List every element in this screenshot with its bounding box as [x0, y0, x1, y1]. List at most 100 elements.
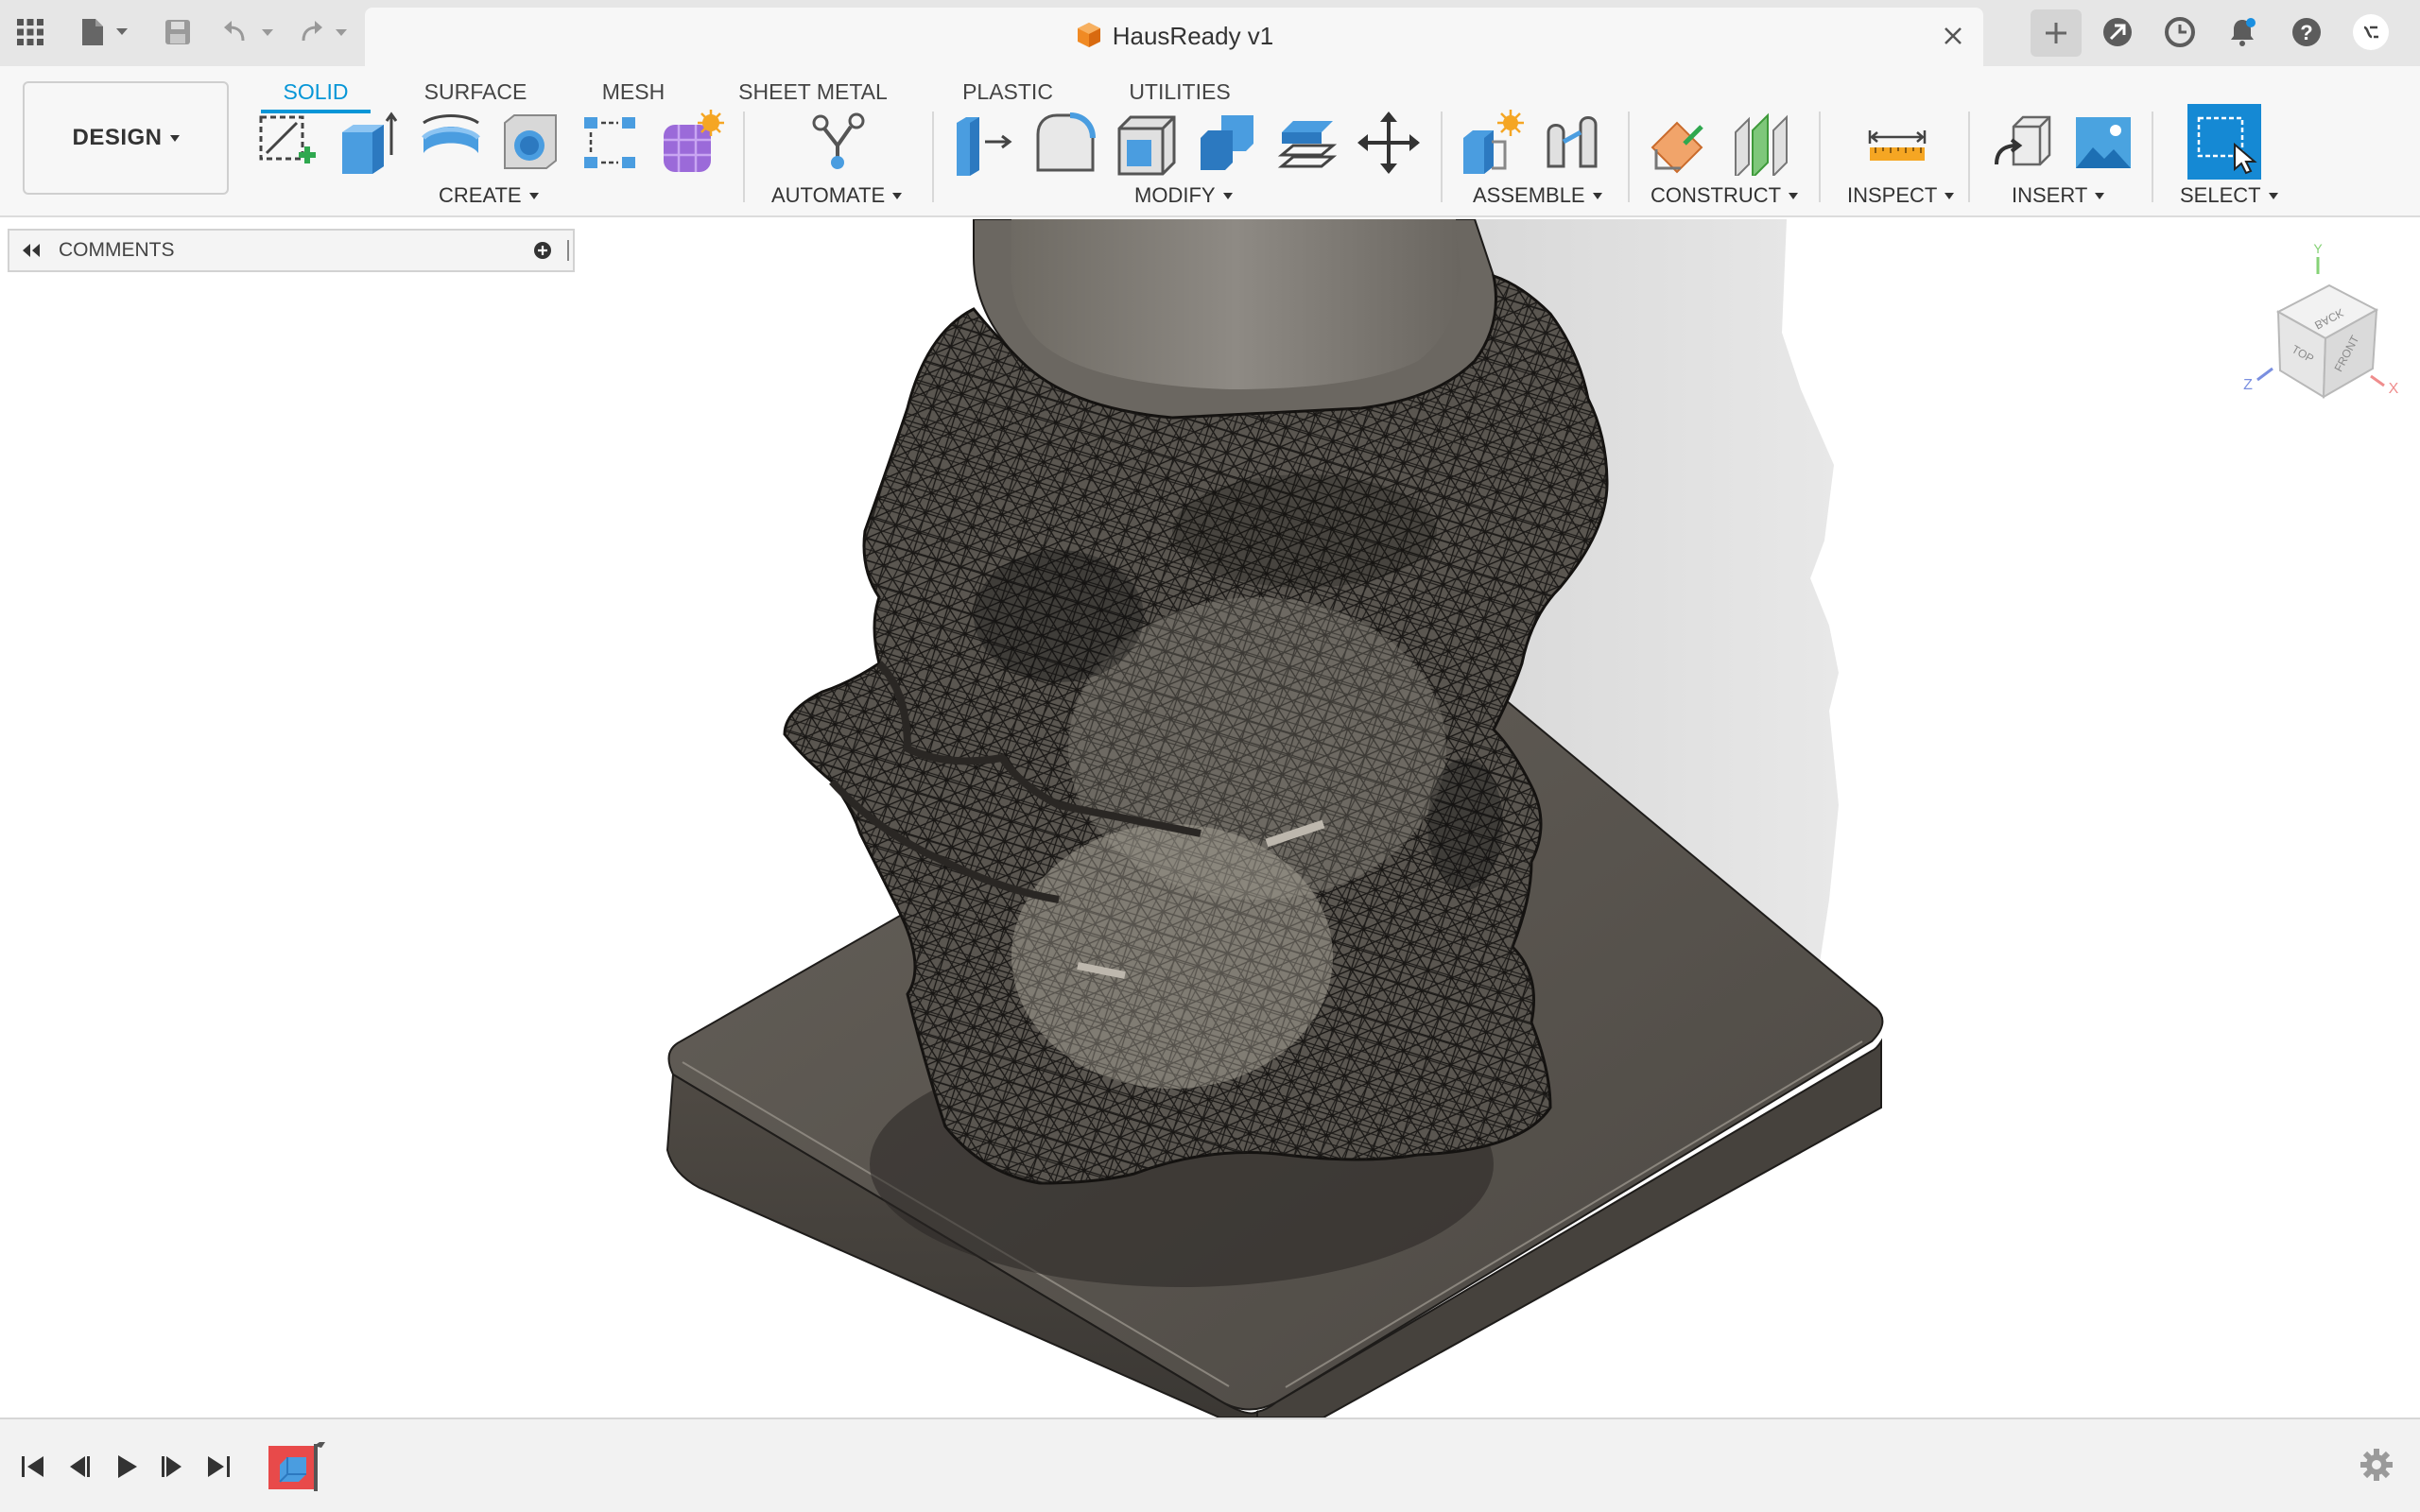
joint-icon	[1547, 116, 1598, 168]
insert-derive-button[interactable]	[1989, 108, 2059, 178]
offset-face-icon	[1277, 121, 1338, 168]
automate-menu[interactable]: AUTOMATE	[771, 183, 903, 208]
revolve-button[interactable]	[416, 108, 486, 178]
plus-icon[interactable]	[2031, 9, 2082, 57]
create-menu[interactable]: CREATE	[439, 183, 539, 208]
panel-resize-grip[interactable]	[567, 240, 569, 261]
shell-button[interactable]	[1112, 108, 1182, 178]
press-pull-icon	[957, 117, 1012, 176]
notifications-icon[interactable]	[2220, 9, 2265, 55]
timeline-bar	[0, 1418, 2420, 1512]
fusion-app-window: HausReady v1 ? DESIGN SOLID SURFACE MESH…	[0, 0, 2420, 1512]
undo-icon[interactable]	[219, 9, 282, 55]
document-title: HausReady v1	[365, 21, 1983, 56]
go-to-start-icon[interactable]	[13, 1448, 51, 1486]
document-tab[interactable]: HausReady v1	[365, 8, 1983, 66]
3d-canvas-viewport[interactable]: COMMENTS Y Z X BACK TOP FRONT	[0, 219, 2420, 1418]
measure-button[interactable]	[1862, 108, 1932, 178]
save-icon[interactable]	[155, 9, 200, 55]
hole-button[interactable]	[495, 108, 565, 178]
window-select-icon	[2197, 116, 2257, 175]
divider	[932, 112, 934, 202]
play-icon[interactable]	[108, 1448, 146, 1486]
hole-icon	[504, 114, 557, 169]
chevron-down-icon	[528, 192, 539, 199]
fillet-icon	[1036, 112, 1096, 172]
comments-panel[interactable]: COMMENTS	[8, 229, 575, 272]
new-component-button[interactable]	[1456, 108, 1526, 178]
rectangular-pattern-icon	[584, 117, 635, 168]
file-menu-button[interactable]	[74, 9, 136, 55]
construct-menu[interactable]: CONSTRUCT	[1651, 183, 1799, 208]
insert-derive-icon	[1995, 115, 2051, 166]
add-comment-icon[interactable]	[533, 241, 552, 266]
extrude-icon	[342, 112, 398, 174]
divider	[743, 112, 745, 202]
form-icon	[664, 110, 724, 172]
workspace-label: DESIGN	[72, 125, 163, 150]
file-icon	[82, 19, 128, 45]
inspect-menu[interactable]: INSPECT	[1847, 183, 1955, 208]
fillet-button[interactable]	[1030, 108, 1100, 178]
pattern-button[interactable]	[575, 108, 645, 178]
shell-icon	[1117, 115, 1176, 176]
redo-icon[interactable]	[293, 9, 355, 55]
extensions-icon[interactable]	[2095, 9, 2140, 55]
view-cube[interactable]: Y Z X BACK TOP FRONT	[2221, 236, 2401, 416]
select-button[interactable]	[2187, 104, 2261, 180]
modify-menu[interactable]: MODIFY	[1134, 183, 1233, 208]
divider	[1441, 112, 1443, 202]
select-menu[interactable]: SELECT	[2180, 183, 2278, 208]
canvas-button[interactable]	[2068, 108, 2138, 178]
press-pull-button[interactable]	[949, 108, 1019, 178]
chevron-down-icon	[1789, 192, 1799, 199]
sketch-icon	[259, 115, 316, 163]
axis-z-label: Z	[2243, 377, 2253, 393]
create-form-button[interactable]	[656, 108, 726, 178]
step-back-icon[interactable]	[60, 1448, 98, 1486]
go-to-end-icon[interactable]	[200, 1448, 238, 1486]
profile-icon[interactable]	[2348, 9, 2394, 55]
ribbon-toolbar: DESIGN SOLID SURFACE MESH SHEET METAL PL…	[0, 66, 2420, 217]
canvas-image-icon	[2076, 117, 2131, 168]
midplane-button[interactable]	[1726, 108, 1796, 178]
axis-x-label: X	[2389, 381, 2399, 397]
timeline-feature-item[interactable]	[267, 1440, 327, 1493]
combine-icon	[1201, 115, 1253, 170]
close-icon[interactable]	[1936, 19, 1970, 53]
chevron-down-icon	[2095, 192, 2105, 199]
revolve-icon	[422, 114, 480, 153]
axis-y-label: Y	[2313, 241, 2323, 256]
divider	[1628, 112, 1630, 202]
insert-menu[interactable]: INSERT	[2012, 183, 2105, 208]
move-copy-button[interactable]	[1354, 108, 1424, 178]
design-cube-icon	[1075, 21, 1103, 56]
combine-button[interactable]	[1193, 108, 1263, 178]
gear-icon[interactable]	[2360, 1448, 2397, 1486]
joint-button[interactable]	[1537, 108, 1607, 178]
step-forward-icon[interactable]	[153, 1448, 191, 1486]
divider	[1819, 112, 1821, 202]
collapse-panel-icon[interactable]	[21, 244, 42, 257]
comments-label: COMMENTS	[59, 239, 175, 261]
title-bar: HausReady v1 ?	[0, 0, 2420, 66]
chevron-down-icon	[169, 134, 180, 142]
job-status-icon[interactable]	[2157, 9, 2203, 55]
extrude-button[interactable]	[333, 108, 403, 178]
chevron-down-icon	[1945, 192, 1955, 199]
holder-tube-inner	[1011, 219, 1461, 389]
workspace-switcher-button[interactable]: DESIGN	[23, 81, 229, 195]
automate-button[interactable]	[804, 108, 873, 178]
new-component-icon	[1463, 110, 1524, 174]
offset-plane-button[interactable]	[1645, 108, 1715, 178]
create-sketch-button[interactable]	[251, 108, 321, 178]
automate-icon	[812, 112, 865, 169]
chevron-down-icon	[1592, 192, 1602, 199]
grid-menu-icon[interactable]	[8, 9, 53, 55]
offset-face-button[interactable]	[1272, 108, 1342, 178]
divider	[1968, 112, 1970, 202]
divider	[2152, 112, 2153, 202]
measure-icon	[1868, 130, 1927, 161]
assemble-menu[interactable]: ASSEMBLE	[1473, 183, 1602, 208]
help-icon[interactable]: ?	[2284, 9, 2329, 55]
